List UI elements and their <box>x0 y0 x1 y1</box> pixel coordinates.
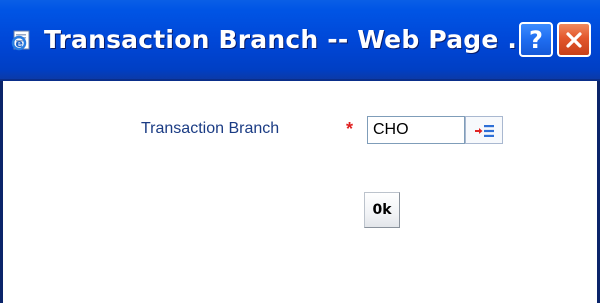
close-button[interactable] <box>557 22 591 57</box>
window-title: Transaction Branch -- Web Page ... <box>44 25 537 54</box>
list-of-values-icon <box>475 125 494 137</box>
list-of-values-button[interactable] <box>465 116 503 144</box>
help-button[interactable]: ? <box>519 22 553 57</box>
required-marker: * <box>346 119 354 139</box>
ok-button[interactable]: 0k <box>364 192 400 228</box>
svg-text:e: e <box>16 37 23 50</box>
title-bar[interactable]: e Transaction Branch -- Web Page ... ? <box>0 0 600 81</box>
help-icon: ? <box>529 25 543 54</box>
close-icon <box>566 31 582 48</box>
ie-page-icon: e <box>10 28 34 52</box>
dialog-content: Transaction Branch * 0k <box>3 81 597 303</box>
transaction-branch-input[interactable] <box>367 116 465 144</box>
transaction-branch-label: Transaction Branch <box>141 120 280 137</box>
dialog-window: e Transaction Branch -- Web Page ... ? T… <box>0 0 600 303</box>
